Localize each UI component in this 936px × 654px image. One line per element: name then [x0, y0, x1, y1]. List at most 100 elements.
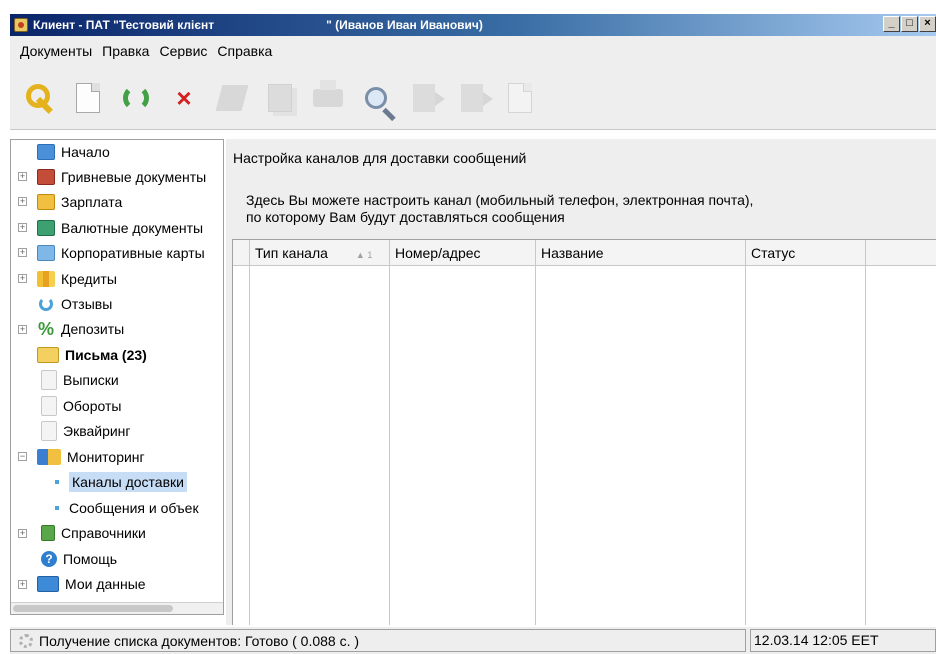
- maximize-button[interactable]: □: [901, 16, 918, 32]
- export-icon: [461, 83, 493, 112]
- description-line-1: Здесь Вы можете настроить канал (мобильн…: [246, 192, 754, 208]
- column-channel-type: [250, 266, 390, 625]
- new-document-icon: [76, 82, 100, 113]
- window-controls: _ □ ×: [883, 16, 936, 32]
- sort-ascending-icon: ▲ 1: [355, 250, 373, 260]
- expand-corporate-cards[interactable]: +: [18, 248, 27, 257]
- mail-icon: [37, 347, 59, 363]
- corporate-card-icon: [37, 245, 55, 261]
- tree-item-currency-documents[interactable]: Валютные документы: [37, 216, 203, 240]
- reference-book-icon: [41, 525, 55, 541]
- salary-folder-icon: [37, 194, 55, 210]
- refresh-button[interactable]: [118, 78, 154, 118]
- expand-references[interactable]: +: [18, 529, 27, 538]
- key-button[interactable]: [22, 78, 58, 118]
- table-header: Тип канала ▲ 1 Номер/адрес Название Стату…: [233, 240, 936, 266]
- tree-item-corporate-cards[interactable]: Корпоративные карты: [37, 241, 205, 265]
- copy-icon: [268, 83, 292, 112]
- menu-service[interactable]: Сервис: [159, 41, 207, 61]
- status-message-panel: Получение списка документов: Готово ( 0.…: [10, 629, 746, 652]
- tree-item-help[interactable]: ? Помощь: [41, 547, 117, 571]
- expand-my-data[interactable]: +: [18, 580, 27, 589]
- header-number-address[interactable]: Номер/адрес: [390, 240, 536, 266]
- tree-item-credits[interactable]: Кредиты: [37, 267, 117, 291]
- java-app-icon: [14, 18, 28, 32]
- search-icon: [365, 86, 387, 109]
- print-icon: [313, 79, 343, 107]
- expand-uah-documents[interactable]: +: [18, 172, 27, 181]
- edit-icon: [215, 84, 249, 111]
- monitoring-icon: [37, 449, 61, 465]
- window-title-user: " (Иванов Иван Иванович): [326, 18, 483, 32]
- bullet-icon: [55, 506, 59, 510]
- header-name[interactable]: Название: [536, 240, 746, 266]
- tree-item-my-data[interactable]: Мои данные: [37, 572, 146, 596]
- acquiring-icon: [41, 421, 57, 441]
- currency-documents-icon: [37, 220, 55, 236]
- scrollbar-thumb[interactable]: [13, 605, 173, 612]
- new-document-button[interactable]: [70, 78, 106, 118]
- toolbar: ×: [10, 66, 936, 130]
- tree-item-delivery-channels[interactable]: Каналы доставки: [55, 470, 187, 494]
- export-button[interactable]: [454, 78, 493, 118]
- tree-item-references[interactable]: Справочники: [41, 521, 146, 545]
- statement-icon: [41, 370, 57, 390]
- navigation-tree: Начало + Гривневые документы + Зарплата …: [10, 139, 224, 615]
- expand-credits[interactable]: +: [18, 274, 27, 283]
- percent-icon: %: [37, 319, 54, 339]
- feedback-icon: [39, 297, 53, 311]
- expand-deposits[interactable]: +: [18, 325, 27, 334]
- bullet-icon: [55, 480, 59, 484]
- status-bar: Получение списка документов: Готово ( 0.…: [10, 627, 936, 654]
- tree-horizontal-scrollbar[interactable]: [11, 602, 223, 614]
- document-icon: [508, 82, 532, 113]
- tree-item-monitoring[interactable]: Мониторинг: [37, 445, 145, 469]
- tree-item-home[interactable]: Начало: [37, 140, 110, 164]
- copy-button[interactable]: [262, 78, 298, 118]
- home-monitor-icon: [37, 144, 55, 160]
- tree-item-letters[interactable]: Письма (23): [37, 343, 147, 367]
- status-message: Получение списка документов: Готово ( 0.…: [39, 632, 360, 649]
- column-status: [746, 266, 866, 625]
- turnover-icon: [41, 396, 57, 416]
- tree-item-deposits[interactable]: % Депозиты: [37, 317, 124, 341]
- document-button[interactable]: [502, 78, 538, 118]
- refresh-icon: [123, 84, 149, 111]
- edit-button[interactable]: [214, 78, 250, 118]
- header-status[interactable]: Статус: [746, 240, 866, 266]
- loading-spinner-icon: [19, 633, 33, 648]
- window-title-bar[interactable]: Клиент - ПАТ "Тестовий клієнт " (Иванов …: [10, 14, 936, 36]
- collapse-monitoring[interactable]: −: [18, 452, 27, 461]
- menu-edit[interactable]: Правка: [102, 41, 149, 61]
- delete-button[interactable]: ×: [166, 78, 202, 118]
- menu-documents[interactable]: Документы: [20, 41, 92, 61]
- column-row-number: [233, 266, 250, 625]
- tree-item-turnovers[interactable]: Обороты: [41, 394, 121, 418]
- delete-icon: ×: [176, 82, 192, 113]
- channels-table[interactable]: Тип канала ▲ 1 Номер/адрес Название Стату…: [232, 239, 936, 625]
- tree-item-salary[interactable]: Зарплата: [37, 190, 122, 214]
- tree-item-messages-objects[interactable]: Сообщения и объек: [55, 496, 199, 520]
- my-data-icon: [37, 576, 59, 592]
- print-button[interactable]: [310, 78, 346, 118]
- import-button[interactable]: [406, 78, 445, 118]
- help-icon: ?: [41, 551, 57, 567]
- header-channel-type[interactable]: Тип канала ▲ 1: [250, 240, 390, 266]
- tree-item-feedback[interactable]: Отзывы: [37, 292, 112, 316]
- header-filler: [866, 240, 936, 266]
- close-button[interactable]: ×: [919, 16, 936, 32]
- tree-item-statements[interactable]: Выписки: [41, 368, 119, 392]
- search-button[interactable]: [358, 78, 394, 118]
- credits-icon: [37, 271, 55, 287]
- description-line-2: по которому Вам будут доставляться сообщ…: [246, 209, 565, 225]
- uah-documents-icon: [37, 169, 55, 185]
- column-number-address: [390, 266, 536, 625]
- page-title: Настройка каналов для доставки сообщений: [233, 150, 527, 166]
- expand-salary[interactable]: +: [18, 197, 27, 206]
- menu-help[interactable]: Справка: [217, 41, 272, 61]
- minimize-button[interactable]: _: [883, 16, 900, 32]
- tree-item-acquiring[interactable]: Эквайринг: [41, 419, 131, 443]
- tree-item-uah-documents[interactable]: Гривневые документы: [37, 165, 206, 189]
- expand-currency-documents[interactable]: +: [18, 223, 27, 232]
- status-datetime: 12.03.14 12:05 EET: [750, 629, 936, 652]
